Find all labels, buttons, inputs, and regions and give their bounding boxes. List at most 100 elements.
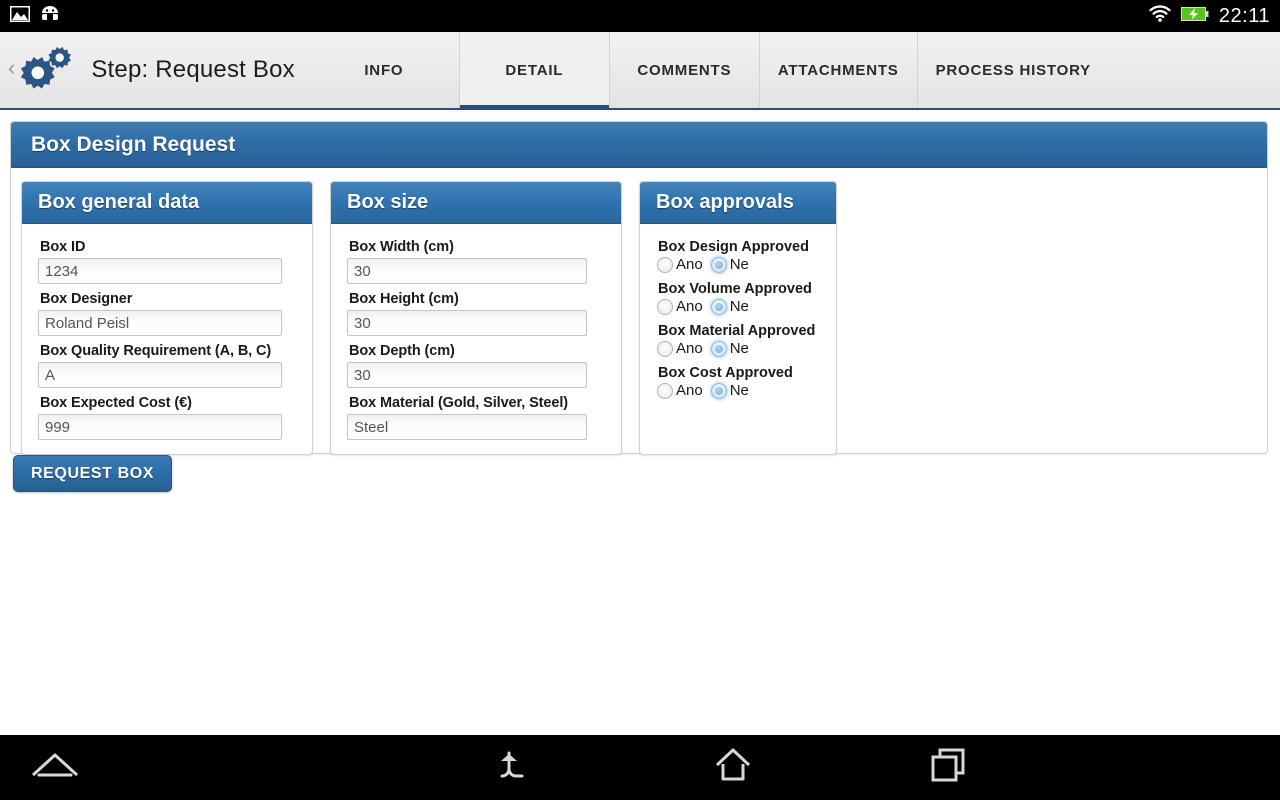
back-chevron-icon[interactable]: ‹: [4, 57, 17, 83]
field-box-width: Box Width (cm): [347, 234, 605, 284]
panel-title-size: Box size: [347, 191, 429, 213]
app-up-icon: [29, 748, 81, 787]
tab-detail[interactable]: DETAIL: [458, 32, 609, 110]
approval-box-material-yes[interactable]: Ano: [657, 340, 703, 357]
home-icon: [712, 745, 754, 790]
panel-box-size: Box size Box Width (cm) Box Height (cm) …: [330, 181, 622, 455]
box-id-input[interactable]: [38, 258, 282, 284]
android-navigation-bar: [0, 735, 1280, 800]
android-robot-icon: [39, 5, 61, 27]
approval-box-design-radios: Ano Ne: [656, 256, 820, 273]
tab-detail-label: DETAIL: [505, 61, 564, 79]
field-box-quality: Box Quality Requirement (A, B, C): [38, 338, 296, 388]
back-icon: [496, 745, 540, 790]
tab-info-label: INFO: [364, 61, 404, 79]
approval-box-material-no-label: Ne: [729, 340, 749, 357]
card-header: Box Design Request: [11, 122, 1267, 168]
box-designer-input[interactable]: [38, 310, 282, 336]
panel-body-approvals: Box Design Approved Ano Ne Box Volume Ap…: [640, 224, 836, 414]
panel-box-approvals: Box approvals Box Design Approved Ano Ne…: [639, 181, 837, 455]
tab-process-history[interactable]: PROCESS HISTORY: [916, 32, 1109, 108]
radio-checked-icon[interactable]: [710, 340, 727, 357]
panel-header-general: Box general data: [22, 182, 312, 224]
approval-box-design-yes[interactable]: Ano: [657, 256, 703, 273]
action-bar-brand[interactable]: ‹ Step: Request Box: [0, 32, 295, 108]
approval-box-cost-radios: Ano Ne: [656, 382, 820, 399]
approval-box-material-no[interactable]: Ne: [710, 340, 749, 357]
approval-box-volume-yes[interactable]: Ano: [657, 298, 703, 315]
approval-box-volume-yes-label: Ano: [676, 298, 703, 315]
tab-bar: INFO DETAIL COMMENTS ATTACHMENTS PROCESS…: [309, 32, 1280, 110]
radio-unchecked-icon[interactable]: [657, 340, 673, 357]
field-box-material-label: Box Material (Gold, Silver, Steel): [349, 395, 568, 411]
panel-title-approvals: Box approvals: [656, 191, 794, 213]
field-box-designer: Box Designer: [38, 286, 296, 336]
field-box-expected-cost: Box Expected Cost (€): [38, 390, 296, 440]
approval-box-material: Box Material Approved Ano Ne: [656, 318, 820, 357]
approval-box-material-yes-label: Ano: [676, 340, 703, 357]
app-up-button[interactable]: [0, 735, 110, 800]
approval-box-design: Box Design Approved Ano Ne: [656, 234, 820, 273]
tab-comments[interactable]: COMMENTS: [608, 32, 759, 108]
tab-process-history-label: PROCESS HISTORY: [935, 61, 1091, 79]
battery-charging-icon: [1180, 6, 1209, 27]
field-box-height: Box Height (cm): [347, 286, 605, 336]
panel-body-size: Box Width (cm) Box Height (cm) Box Depth…: [331, 224, 621, 454]
radio-checked-icon[interactable]: [710, 256, 727, 273]
approval-box-cost-yes[interactable]: Ano: [657, 382, 703, 399]
tab-attachments-label: ATTACHMENTS: [777, 61, 899, 79]
box-quality-input[interactable]: [38, 362, 282, 388]
status-bar-clock: 22:11: [1218, 4, 1270, 27]
box-design-request-card: Box Design Request Box general data Box …: [10, 121, 1268, 455]
page-title: Step: Request Box: [91, 56, 295, 83]
approval-box-design-no[interactable]: Ne: [710, 256, 749, 273]
screenshot-icon: [9, 5, 31, 27]
approval-box-design-no-label: Ne: [729, 256, 749, 273]
app-action-bar: ‹ Step: Request Box INFO DETAIL COMMENTS…: [0, 32, 1280, 110]
approval-box-volume-label: Box Volume Approved: [658, 281, 812, 297]
recent-apps-button[interactable]: [840, 735, 1055, 800]
request-box-button-label: REQUEST BOX: [31, 464, 155, 482]
tab-attachments[interactable]: ATTACHMENTS: [758, 32, 917, 108]
box-material-input[interactable]: [347, 414, 587, 440]
panel-body-general: Box ID Box Designer Box Quality Requirem…: [22, 224, 312, 454]
field-box-depth-label: Box Depth (cm): [349, 343, 455, 359]
form-content-area: Box Design Request Box general data Box …: [0, 110, 1280, 735]
box-width-input[interactable]: [347, 258, 587, 284]
panel-header-size: Box size: [331, 182, 621, 224]
android-status-bar: 22:11: [0, 0, 1280, 32]
box-depth-input[interactable]: [347, 362, 587, 388]
recents-icon: [928, 745, 968, 790]
request-box-button[interactable]: REQUEST BOX: [13, 455, 173, 492]
box-height-input[interactable]: [347, 310, 587, 336]
status-bar-notification-icons: [9, 5, 61, 27]
radio-unchecked-icon[interactable]: [657, 298, 673, 315]
box-expected-cost-input[interactable]: [38, 414, 282, 440]
field-box-expected-cost-label: Box Expected Cost (€): [40, 395, 192, 411]
tab-info[interactable]: INFO: [309, 32, 459, 108]
field-box-id-label: Box ID: [40, 239, 86, 255]
wifi-icon: [1149, 5, 1171, 27]
field-box-designer-label: Box Designer: [40, 291, 133, 307]
radio-checked-icon[interactable]: [710, 382, 727, 399]
approval-box-cost-no[interactable]: Ne: [710, 382, 749, 399]
tab-comments-label: COMMENTS: [637, 61, 732, 79]
field-box-height-label: Box Height (cm): [349, 291, 459, 307]
field-box-id: Box ID: [38, 234, 296, 284]
approval-box-volume-no[interactable]: Ne: [710, 298, 749, 315]
approval-box-cost-no-label: Ne: [729, 382, 749, 399]
radio-unchecked-icon[interactable]: [657, 256, 673, 273]
approval-box-cost-yes-label: Ano: [676, 382, 703, 399]
radio-unchecked-icon[interactable]: [657, 382, 673, 399]
field-box-quality-label: Box Quality Requirement (A, B, C): [40, 343, 272, 359]
status-bar-system-icons: 22:11: [1149, 5, 1270, 28]
card-title: Box Design Request: [31, 132, 236, 156]
panel-header-approvals: Box approvals: [640, 182, 836, 224]
panel-row: Box general data Box ID Box Designer Box…: [21, 181, 837, 455]
back-button[interactable]: [410, 735, 625, 800]
approval-box-volume-radios: Ano Ne: [656, 298, 820, 315]
home-button[interactable]: [625, 735, 840, 800]
radio-checked-icon[interactable]: [710, 298, 727, 315]
field-box-width-label: Box Width (cm): [349, 239, 454, 255]
approval-box-volume: Box Volume Approved Ano Ne: [656, 276, 820, 315]
